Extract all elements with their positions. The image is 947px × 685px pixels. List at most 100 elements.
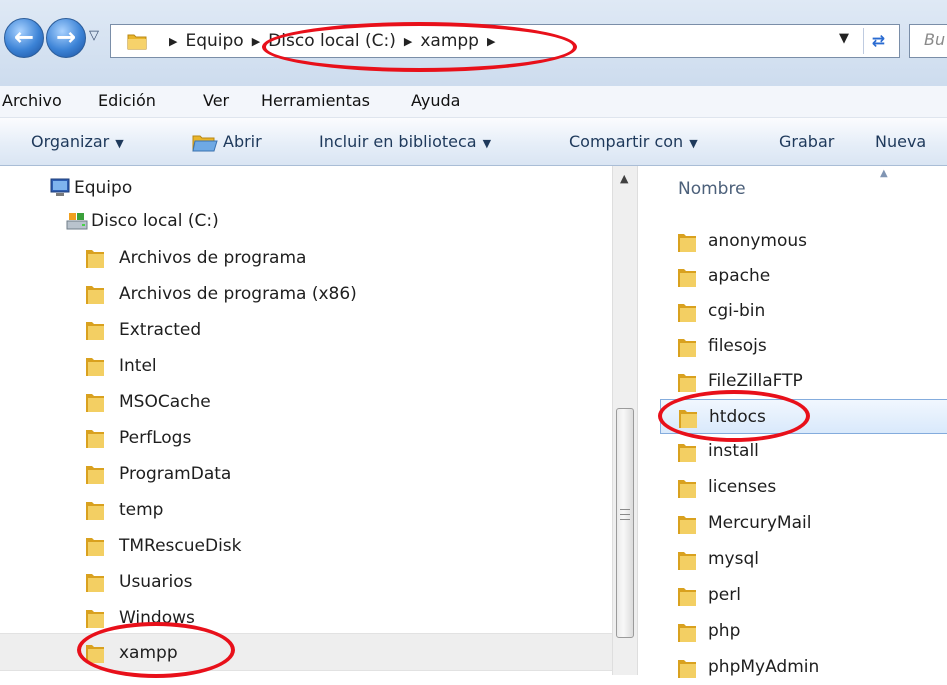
tree-item-label: Windows [119,608,195,628]
open-button[interactable]: Abrir [223,132,262,151]
new-folder-button[interactable]: Nueva [875,132,926,151]
tree-item-label: Usuarios [119,572,193,592]
column-header-name[interactable]: Nombre [678,179,746,199]
folder-icon [86,286,104,304]
tree-item-xampp-selected[interactable]: xampp [0,633,612,671]
scroll-up-arrow-icon[interactable]: ▲ [620,172,628,185]
tree-item-folder[interactable]: ProgramData [0,457,612,491]
folder-icon [86,250,104,268]
file-name: anonymous [708,231,808,251]
file-name: htdocs [709,407,766,427]
file-name: FileZillaFTP [708,371,803,391]
file-row[interactable]: cgi-bin [660,294,947,329]
file-row[interactable]: perl [660,578,947,613]
breadcrumb-separator[interactable]: ▶ [396,35,420,48]
file-row[interactable]: apache [660,259,947,294]
menu-ver[interactable]: Ver [203,91,229,110]
menu-archivo[interactable]: Archivo [2,91,62,110]
tree-item-label: Archivos de programa (x86) [119,284,357,304]
menu-herramientas[interactable]: Herramientas [261,91,370,110]
tree-item-folder[interactable]: Archivos de programa (x86) [0,277,612,311]
folder-icon [86,430,104,448]
recent-pages-dropdown-icon[interactable]: ▽ [89,28,99,43]
file-name: licenses [708,477,777,497]
file-row[interactable]: phpMyAdmin [660,650,947,685]
file-row[interactable]: mysql [660,542,947,577]
tree-item-label: Intel [119,356,157,376]
chevron-down-icon: ▼ [115,137,124,150]
file-name: MercuryMail [708,513,812,533]
folder-icon [86,645,104,663]
navigation-pane: Equipo Disco local (C:) Archivos de prog… [0,166,612,675]
file-name: perl [708,585,741,605]
tree-item-folder[interactable]: PerfLogs [0,421,612,455]
burn-button[interactable]: Grabar [779,132,834,151]
tree-item-label: PerfLogs [119,428,192,448]
file-row[interactable]: FileZillaFTP [660,364,947,399]
include-in-library-button[interactable]: Incluir en biblioteca ▼ [319,132,491,151]
breadcrumb-xampp[interactable]: xampp [420,31,479,51]
file-name: filesojs [708,336,767,356]
chevron-down-icon: ▼ [689,137,698,150]
tree-item-label: ProgramData [119,464,232,484]
folder-icon [678,339,696,357]
tree-item-folder[interactable]: Windows [0,601,612,635]
folder-icon [679,410,697,428]
folder-icon [678,374,696,392]
breadcrumb-equipo[interactable]: Equipo [185,31,243,51]
tree-item-folder[interactable]: MSOCache [0,385,612,419]
breadcrumb-separator[interactable]: ▶ [479,35,503,48]
tree-item-label: TMRescueDisk [119,536,242,556]
file-row[interactable]: filesojs [660,329,947,364]
file-list-pane: Nombre ▲ anonymous apache cgi-bin fileso… [660,166,947,678]
tree-item-label: temp [119,500,164,520]
breadcrumb-disco-local[interactable]: Disco local (C:) [268,31,396,51]
tree-item-folder[interactable]: TMRescueDisk [0,529,612,563]
forward-button[interactable]: → [46,18,86,58]
nav-pane-scrollbar[interactable]: ▲ [612,166,638,675]
menu-edicion[interactable]: Edición [98,91,156,110]
folder-icon [86,466,104,484]
tree-item-equipo[interactable]: Equipo [0,171,612,205]
search-input[interactable]: Bu [909,24,947,58]
tree-item-folder[interactable]: Usuarios [0,565,612,599]
folder-icon [86,502,104,520]
pane-splitter[interactable] [638,166,660,675]
tree-item-folder[interactable]: Extracted [0,313,612,347]
address-field[interactable]: ▶ Equipo ▶ Disco local (C:) ▶ xampp ▶ ▼ … [110,24,900,58]
tree-item-label: Disco local (C:) [91,211,219,231]
share-with-button[interactable]: Compartir con ▼ [569,132,698,151]
folder-icon [678,480,696,498]
menu-ayuda[interactable]: Ayuda [411,91,460,110]
tree-item-disco-local[interactable]: Disco local (C:) [0,204,612,238]
tree-item-folder[interactable]: Intel [0,349,612,383]
organize-button[interactable]: Organizar ▼ [31,132,124,151]
address-bar-region: ← → ▽ ▶ Equipo ▶ Disco local (C:) ▶ xamp… [0,0,947,86]
address-history-dropdown-icon[interactable]: ▼ [839,31,849,46]
folder-icon [678,516,696,534]
file-row[interactable]: anonymous [660,224,947,259]
chevron-down-icon: ▼ [482,137,492,150]
file-name: apache [708,266,771,286]
drive-icon [66,213,88,230]
open-folder-icon [192,135,218,152]
folder-icon [678,624,696,642]
refresh-icon[interactable]: ⇄ [863,28,893,54]
file-row-htdocs-highlighted[interactable]: htdocs [660,399,947,434]
file-row[interactable]: licenses [660,470,947,505]
folder-icon [86,322,104,340]
file-row[interactable]: php [660,614,947,649]
breadcrumb-separator[interactable]: ▶ [244,35,268,48]
tree-item-label: xampp [119,643,178,663]
tree-item-label: Extracted [119,320,202,340]
back-button[interactable]: ← [4,18,44,58]
tree-item-folder[interactable]: temp [0,493,612,527]
folder-icon [127,34,147,50]
file-row[interactable]: MercuryMail [660,506,947,541]
breadcrumb-separator[interactable]: ▶ [161,35,185,48]
forward-arrow-icon: → [55,23,77,51]
scrollbar-thumb[interactable] [616,408,634,638]
file-row[interactable]: install [660,434,947,469]
tree-item-folder[interactable]: Archivos de programa [0,241,612,275]
sort-ascending-icon: ▲ [880,168,888,179]
